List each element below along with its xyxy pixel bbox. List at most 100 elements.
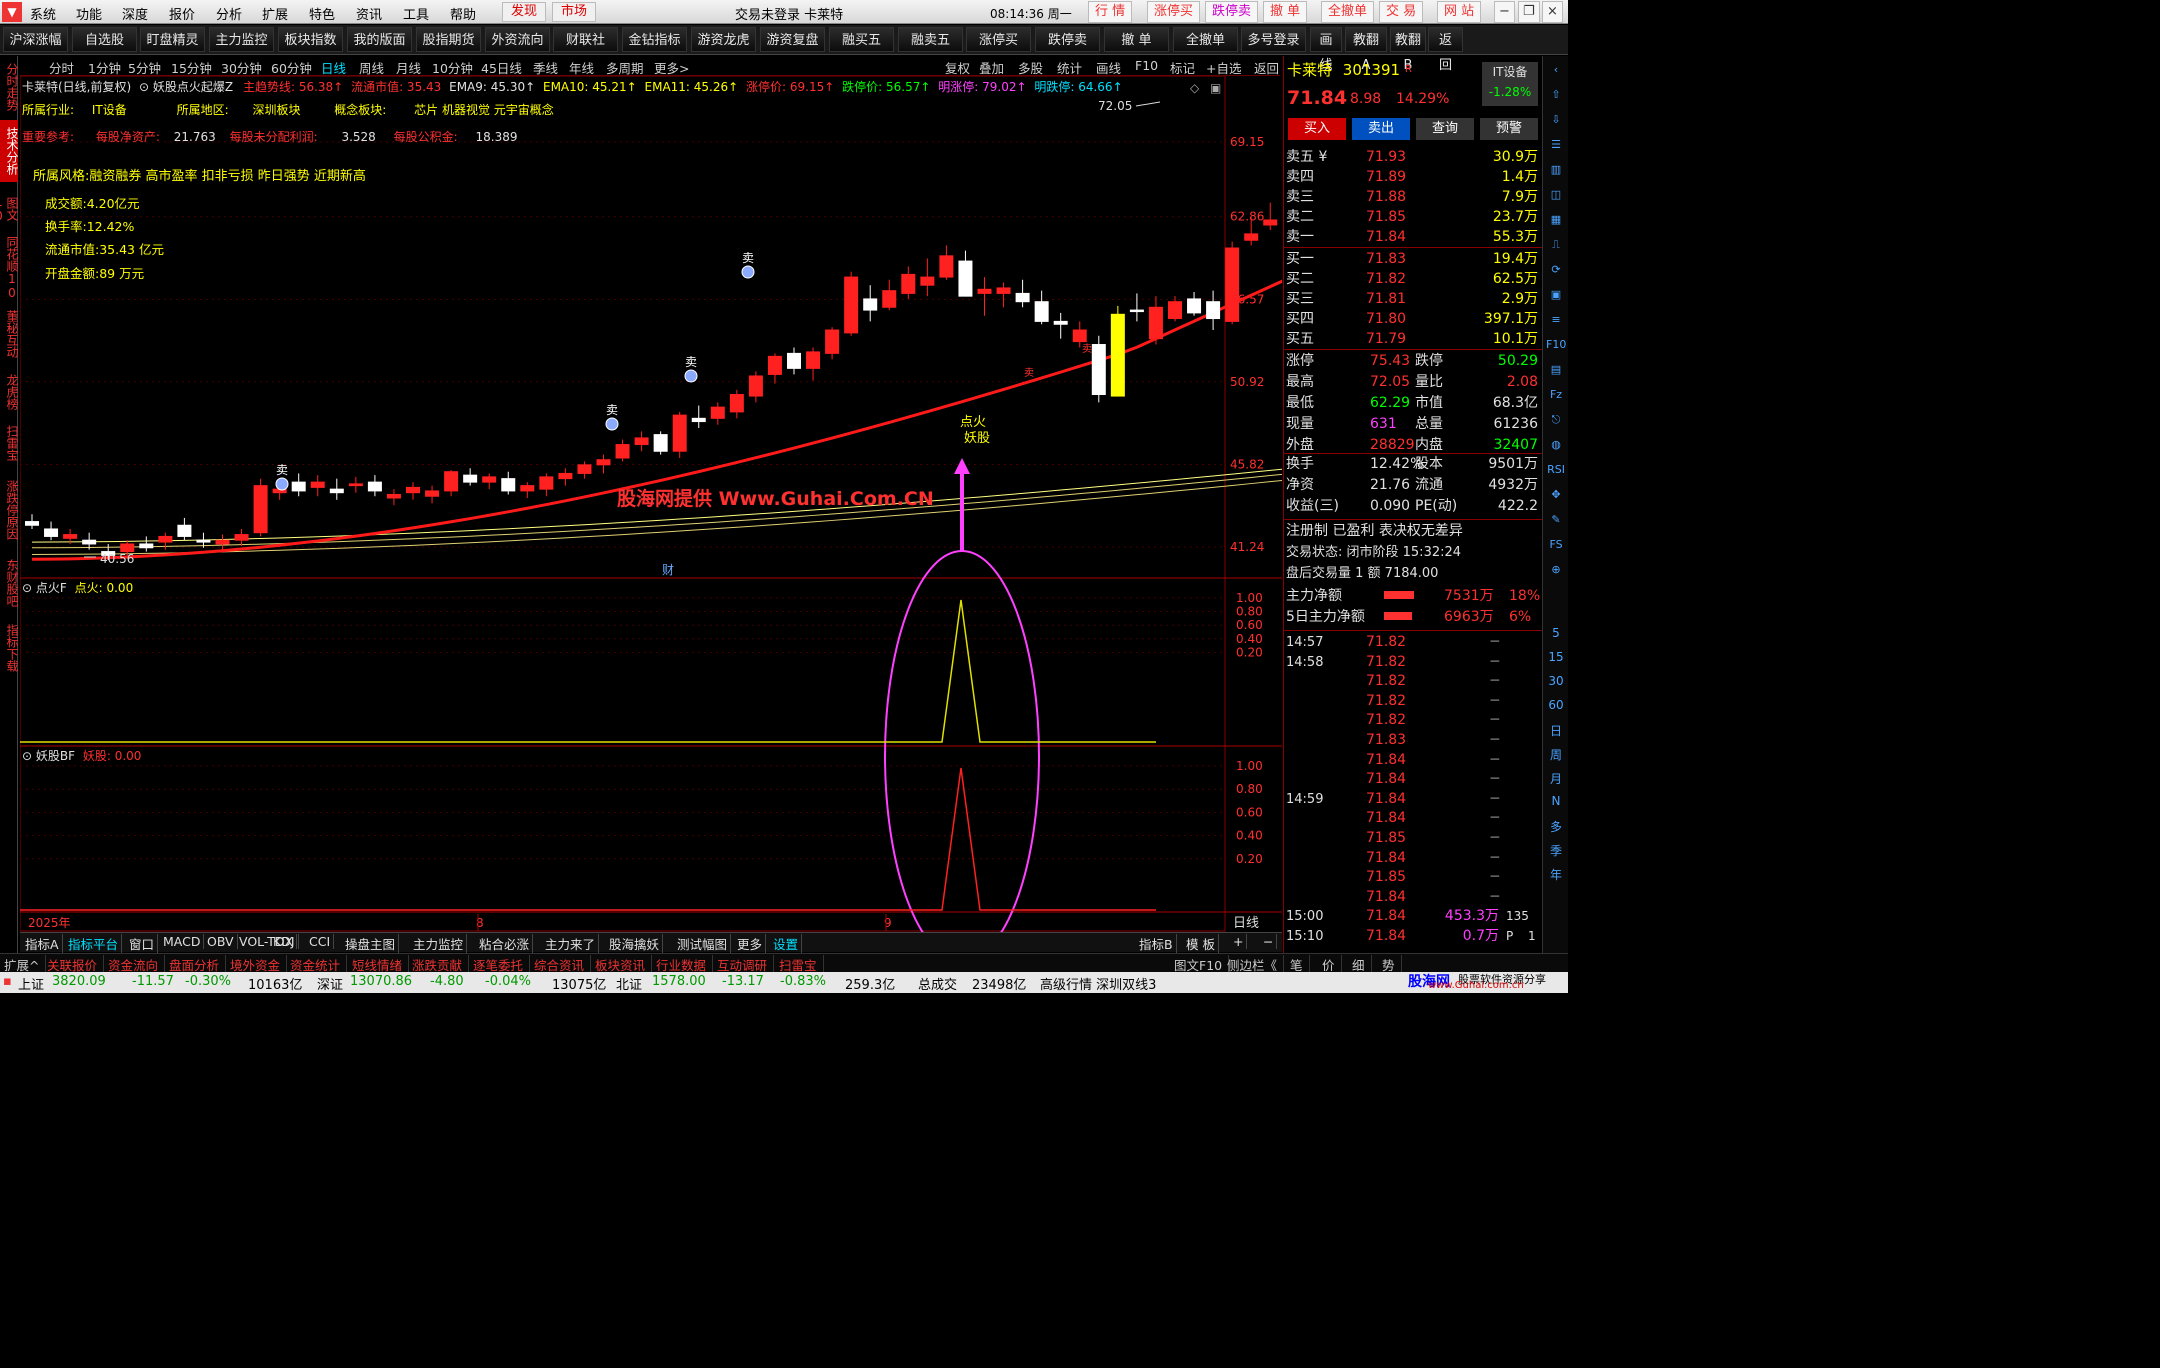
left-tab-8[interactable]: 东财股吧 (0, 552, 19, 614)
indicator-toggle-icon[interactable]: ⊙ (139, 80, 149, 94)
period-tool-7[interactable]: +自选 (1206, 58, 1241, 77)
query-button[interactable]: 查询 (1416, 118, 1474, 140)
toolbar-button-2[interactable]: 盯盘精灵 (140, 27, 205, 52)
toolbar-button-4[interactable]: 板块指数 (278, 27, 343, 52)
period-shortcut-1[interactable]: 15 (1545, 650, 1567, 664)
period-8[interactable]: 月线 (396, 58, 421, 77)
period-2[interactable]: 5分钟 (128, 58, 161, 77)
toolstrip-icon-7[interactable]: ⎍ (1546, 235, 1566, 255)
indicator-tab-9[interactable]: 主力监控 (410, 934, 468, 953)
toolstrip-icon-8[interactable]: ⟳ (1546, 260, 1566, 280)
menu-quote[interactable]: 报价 (169, 4, 195, 23)
toolstrip-icon-12[interactable]: ▤ (1546, 360, 1566, 380)
toolbar-button-6[interactable]: 股指期货 (416, 27, 481, 52)
period-tool-0[interactable]: 复权 (945, 58, 970, 77)
menu-depth[interactable]: 深度 (122, 4, 148, 23)
toolbar-button-20[interactable]: 教翻A (1345, 27, 1387, 73)
period-tool-6[interactable]: 标记 (1170, 58, 1195, 77)
period-6[interactable]: 日线 (321, 58, 346, 77)
toolbar-button-13[interactable]: 融卖五 (898, 27, 963, 52)
toolstrip-icon-6[interactable]: ▦ (1546, 210, 1566, 230)
period-shortcut-0[interactable]: 5 (1545, 626, 1567, 640)
menu-extend[interactable]: 扩展 (262, 4, 288, 23)
left-tab-1[interactable]: 技术分析 (0, 120, 19, 182)
toolbar-button-10[interactable]: 游资龙虎 (691, 27, 756, 52)
period-11[interactable]: 季线 (533, 58, 558, 77)
toolbar-button-16[interactable]: 撤 单 (1104, 27, 1169, 52)
main-indicator-name[interactable]: 妖股点火起爆Z (153, 80, 233, 94)
period-tool-4[interactable]: 画线 (1096, 58, 1121, 77)
toolbar-button-5[interactable]: 我的版面 (347, 27, 412, 52)
indicator-tab-7[interactable]: CCI (306, 934, 335, 949)
left-tab-3[interactable]: 同花顺10 (0, 236, 19, 300)
toolbar-button-12[interactable]: 融买五 (829, 27, 894, 52)
indicator-tab-13[interactable]: 测试幅图 (674, 934, 732, 953)
close-icon[interactable]: × (1542, 1, 1563, 23)
period-14[interactable]: 更多> (654, 58, 689, 77)
period-4[interactable]: 30分钟 (221, 58, 262, 77)
period-7[interactable]: 周线 (359, 58, 384, 77)
indicator-tab-12[interactable]: 股海擒妖 (606, 934, 664, 953)
toolbar-button-9[interactable]: 金钻指标 (622, 27, 687, 52)
left-tab-0[interactable]: 分时走势 (0, 56, 19, 118)
period-1[interactable]: 1分钟 (88, 58, 121, 77)
left-tab-9[interactable]: 指标下载 (0, 616, 19, 680)
toolstrip-icon-13[interactable]: Fz (1546, 385, 1566, 405)
indicator-tab-17[interactable]: 模 板 (1183, 934, 1219, 953)
menu-special[interactable]: 特色 (309, 4, 335, 23)
toolbar-button-17[interactable]: 全撤单 (1173, 27, 1238, 52)
toolstrip-icon-2[interactable]: ⇩ (1546, 110, 1566, 130)
sector-box[interactable]: IT设备 -1.28% (1482, 62, 1538, 106)
quick-limitup-buy-button[interactable]: 涨停买 (1147, 1, 1201, 23)
toolstrip-icon-1[interactable]: ⇧ (1546, 85, 1566, 105)
period-13[interactable]: 多周期 (606, 58, 644, 77)
indicator-tab-4[interactable]: OBV (204, 934, 238, 949)
menu-help[interactable]: 帮助 (450, 4, 476, 23)
period-tool-3[interactable]: 统计 (1057, 58, 1082, 77)
period-tool-5[interactable]: F10 (1135, 58, 1158, 73)
toolbar-button-19[interactable]: 画线 (1310, 27, 1342, 73)
period-12[interactable]: 年线 (569, 58, 594, 77)
quick-cancel-button[interactable]: 撤 单 (1263, 1, 1308, 23)
menu-news[interactable]: 资讯 (356, 4, 382, 23)
toolbar-button-22[interactable]: 返回 (1428, 27, 1463, 73)
toolbar-button-7[interactable]: 外资流向 (485, 27, 550, 52)
buy-button[interactable]: 买入 (1288, 118, 1346, 140)
period-0[interactable]: 分时 (49, 58, 74, 77)
left-tab-5[interactable]: 龙虎榜 (0, 368, 19, 416)
alert-button[interactable]: 预警 (1480, 118, 1538, 140)
toolstrip-icon-9[interactable]: ▣ (1546, 285, 1566, 305)
quick-quote-button[interactable]: 行 情 (1088, 1, 1133, 23)
period-10[interactable]: 45日线 (481, 58, 522, 77)
menu-analysis[interactable]: 分析 (216, 4, 242, 23)
indicator-tab-8[interactable]: 操盘主图 (342, 934, 400, 953)
toolbar-button-0[interactable]: 沪深涨幅 (3, 27, 68, 52)
indicator1-toggle-icon[interactable]: ⊙ (22, 581, 32, 595)
period-shortcut-3[interactable]: 60 (1545, 698, 1567, 712)
toolstrip-icon-20[interactable]: ⊕ (1546, 560, 1566, 580)
sh-index[interactable]: 3820.09 (52, 974, 106, 989)
indicator1-name[interactable]: 点火F (36, 581, 67, 595)
period-shortcut-6[interactable]: 月 (1545, 770, 1567, 787)
indicator-tab-6[interactable]: KDJ (270, 934, 299, 949)
restore-icon[interactable]: ❐ (1518, 1, 1540, 23)
market-button[interactable]: 市场 (552, 2, 597, 22)
sz-index[interactable]: 13070.86 (350, 974, 412, 989)
app-logo-icon[interactable]: ▼ (2, 2, 22, 22)
toolstrip-icon-17[interactable]: ✥ (1546, 485, 1566, 505)
toolbar-button-15[interactable]: 跌停卖 (1035, 27, 1100, 52)
toolbar-button-11[interactable]: 游资复盘 (760, 27, 825, 52)
quick-limitdown-sell-button[interactable]: 跌停卖 (1205, 1, 1259, 23)
toolstrip-icon-19[interactable]: FS (1546, 535, 1566, 555)
left-tab-2[interactable]: 图文10 (0, 184, 19, 234)
toolbar-button-8[interactable]: 财联社 (553, 27, 618, 52)
period-shortcut-9[interactable]: 季 (1545, 842, 1567, 859)
toolbar-button-3[interactable]: 主力监控 (209, 27, 274, 52)
indicator2-toggle-icon[interactable]: ⊙ (22, 749, 32, 763)
indicator-tab-18[interactable]: + (1230, 934, 1248, 949)
indicator-tab-10[interactable]: 粘合必涨 (476, 934, 534, 953)
period-9[interactable]: 10分钟 (432, 58, 473, 77)
left-tab-7[interactable]: 涨跌停原因 (0, 470, 19, 550)
indicator-tab-15[interactable]: 设置 (770, 934, 803, 953)
bz-index[interactable]: 1578.00 (652, 974, 706, 989)
